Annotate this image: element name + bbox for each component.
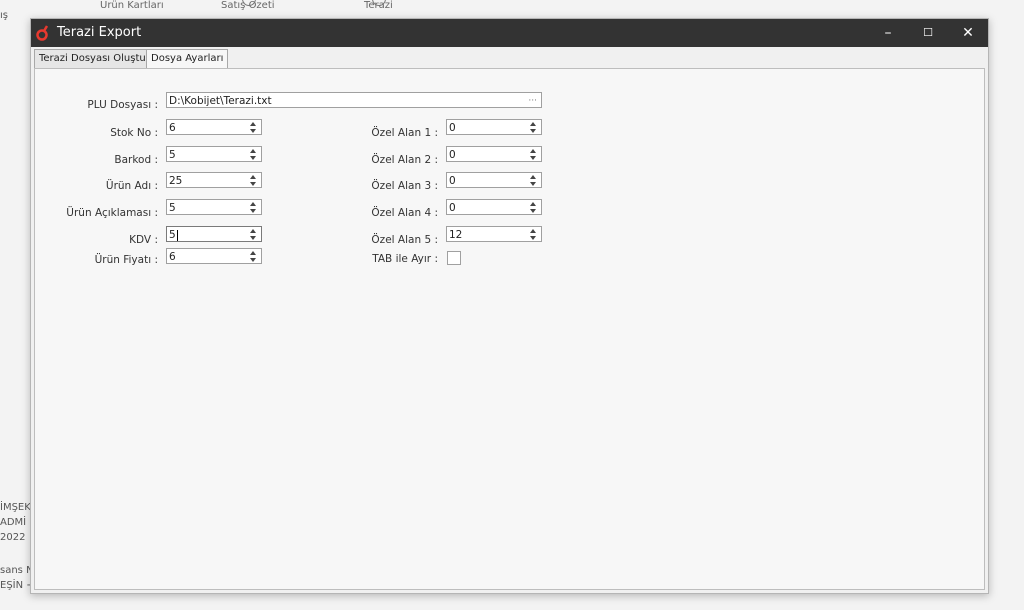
ozel-alan-1-value: 0 [449, 122, 456, 134]
ozel-alan-4-value: 0 [449, 202, 456, 214]
stok-no-label: Stok No : [110, 127, 158, 139]
bg-nav-urun-kartlari[interactable]: Ürün Kartları [100, 0, 164, 11]
terazi-export-window: Terazi Export – ☐ ✕ Terazi Dosyası Oluşt… [30, 18, 989, 594]
bg-fragment: İMŞEK [0, 502, 31, 513]
ozel-alan-2-stepper[interactable]: 0 [446, 146, 542, 162]
plu-file-field[interactable]: D:\Kobijet\Terazi.txt ··· [166, 92, 542, 108]
urun-adi-stepper[interactable]: 25 [166, 172, 262, 188]
urun-fiyati-label: Ürün Fiyatı : [94, 254, 158, 266]
minimize-button[interactable]: – [868, 19, 908, 47]
title-bar[interactable]: Terazi Export – ☐ ✕ [31, 19, 988, 47]
bg-fragment: 2022 [0, 532, 26, 543]
ozel-alan-1-stepper[interactable]: 0 [446, 119, 542, 135]
bg-nav-terazi[interactable]: Terazi [364, 0, 393, 11]
ozel-alan-5-value: 12 [449, 229, 463, 241]
settings-panel: PLU Dosyası : D:\Kobijet\Terazi.txt ··· … [34, 68, 985, 590]
browse-button[interactable]: ··· [528, 93, 537, 109]
urun-fiyati-value: 6 [169, 251, 176, 263]
ozel-alan-1-label: Özel Alan 1 : [371, 127, 438, 139]
app-logo-icon [36, 25, 50, 41]
urun-aciklamasi-value: 5 [169, 202, 176, 214]
ozel-alan-4-stepper[interactable]: 0 [446, 199, 542, 215]
urun-adi-value: 25 [169, 175, 183, 187]
text-caret [176, 229, 178, 241]
tab-terazi-dosyasi-olustur[interactable]: Terazi Dosyası Oluştur [34, 49, 155, 69]
urun-aciklamasi-label: Ürün Açıklaması : [66, 207, 158, 219]
ozel-alan-2-value: 0 [449, 149, 456, 161]
maximize-button[interactable]: ☐ [908, 19, 948, 47]
bg-fragment: ADMİ [0, 517, 27, 528]
stok-no-value: 6 [169, 122, 176, 134]
tab-dosya-ayarlari[interactable]: Dosya Ayarları [146, 49, 229, 70]
spin-buttons-icon[interactable] [250, 228, 258, 241]
plu-file-value: D:\Kobijet\Terazi.txt [169, 95, 272, 107]
ozel-alan-3-value: 0 [449, 175, 456, 187]
spin-buttons-icon[interactable] [250, 174, 258, 187]
window-title: Terazi Export [57, 25, 142, 40]
kdv-label: KDV : [129, 234, 158, 246]
barkod-value: 5 [169, 149, 176, 161]
stok-no-stepper[interactable]: 6 [166, 119, 262, 135]
bg-fragment: ış [0, 10, 8, 21]
close-button[interactable]: ✕ [948, 19, 988, 47]
kdv-stepper[interactable]: 5 [166, 226, 262, 242]
urun-adi-label: Ürün Adı : [105, 180, 158, 192]
tab-ile-ayir-checkbox[interactable] [447, 251, 461, 265]
bg-nav-satis-ozeti[interactable]: Satış Özeti [221, 0, 275, 11]
ozel-alan-2-label: Özel Alan 2 : [371, 154, 438, 166]
heart-icon [126, 0, 138, 4]
spin-buttons-icon[interactable] [250, 201, 258, 214]
ozel-alan-3-label: Özel Alan 3 : [371, 180, 438, 192]
spin-buttons-icon[interactable] [250, 121, 258, 134]
barkod-label: Barkod : [114, 154, 158, 166]
plu-file-label: PLU Dosyası : [87, 99, 158, 111]
urun-fiyati-stepper[interactable]: 6 [166, 248, 262, 264]
barkod-stepper[interactable]: 5 [166, 146, 262, 162]
bg-fragment: sans N [0, 565, 34, 576]
urun-aciklamasi-stepper[interactable]: 5 [166, 199, 262, 215]
spin-buttons-icon[interactable] [530, 228, 538, 241]
ozel-alan-5-stepper[interactable]: 12 [446, 226, 542, 242]
ozel-alan-4-label: Özel Alan 4 : [371, 207, 438, 219]
kdv-value: 5 [169, 229, 176, 241]
spin-buttons-icon[interactable] [530, 121, 538, 134]
spin-buttons-icon[interactable] [530, 148, 538, 161]
spin-buttons-icon[interactable] [530, 174, 538, 187]
spin-buttons-icon[interactable] [530, 201, 538, 214]
ozel-alan-3-stepper[interactable]: 0 [446, 172, 542, 188]
tab-ile-ayir-label: TAB ile Ayır : [372, 253, 438, 265]
spin-buttons-icon[interactable] [250, 148, 258, 161]
ozel-alan-5-label: Özel Alan 5 : [371, 234, 438, 246]
spin-buttons-icon[interactable] [250, 250, 258, 263]
